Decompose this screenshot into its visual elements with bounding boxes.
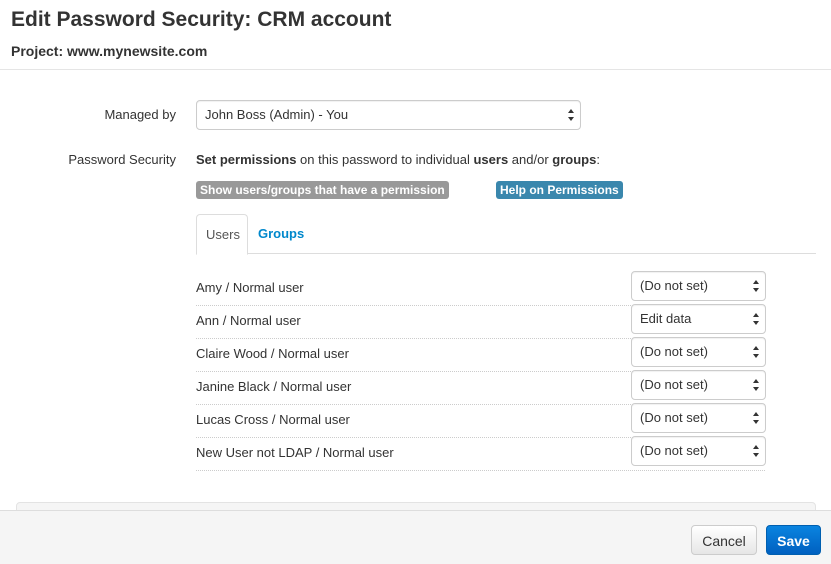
select-arrows-icon <box>752 312 760 326</box>
user-row: Amy / Normal user (Do not set) <box>196 271 766 306</box>
show-permission-holders-button[interactable]: Show users/groups that have a permission <box>196 181 449 199</box>
permission-tabs: Users Groups <box>196 214 816 255</box>
select-arrows-icon <box>752 444 760 458</box>
user-name: Janine Black / Normal user <box>196 379 352 394</box>
page-title: Edit Password Security: CRM account <box>11 8 392 31</box>
help-permissions-button[interactable]: Help on Permissions <box>496 181 623 199</box>
instructions-bold-set: Set permissions <box>196 152 297 167</box>
permission-value: (Do not set) <box>640 443 708 458</box>
password-security-label: Password Security <box>68 152 176 167</box>
managed-by-label: Managed by <box>104 107 176 122</box>
user-name: Amy / Normal user <box>196 280 304 295</box>
permission-select[interactable]: (Do not set) <box>631 271 766 301</box>
select-arrows-icon <box>752 411 760 425</box>
dialog-footer: Cancel Save <box>0 510 831 564</box>
user-row: Claire Wood / Normal user (Do not set) <box>196 337 766 372</box>
permission-value: Edit data <box>640 311 692 326</box>
user-name: Ann / Normal user <box>196 313 301 328</box>
user-name: Claire Wood / Normal user <box>196 346 349 361</box>
managed-by-value: John Boss (Admin) - You <box>205 107 349 122</box>
permission-select[interactable]: Edit data <box>631 304 766 334</box>
permission-select[interactable]: (Do not set) <box>631 436 766 466</box>
save-button[interactable]: Save <box>766 525 821 555</box>
project-subtitle: Project: www.mynewsite.com <box>11 43 208 59</box>
instructions-bold-groups: groups <box>552 152 597 167</box>
user-name: Lucas Cross / Normal user <box>196 412 350 427</box>
permission-select[interactable]: (Do not set) <box>631 370 766 400</box>
permission-value: (Do not set) <box>640 344 708 359</box>
user-row: Ann / Normal user Edit data <box>196 304 766 339</box>
managed-by-select[interactable]: John Boss (Admin) - You <box>196 100 581 130</box>
instructions-bold-users: users <box>473 152 509 167</box>
dialog-header: Edit Password Security: CRM account Proj… <box>0 0 831 70</box>
user-row: Janine Black / Normal user (Do not set) <box>196 370 766 405</box>
tab-groups[interactable]: Groups <box>249 214 313 255</box>
instructions-suffix: : <box>596 152 600 167</box>
select-arrows-icon <box>752 378 760 392</box>
permission-value: (Do not set) <box>640 278 708 293</box>
permission-value: (Do not set) <box>640 377 708 392</box>
permission-value: (Do not set) <box>640 410 708 425</box>
user-row: New User not LDAP / Normal user (Do not … <box>196 436 766 471</box>
permission-select[interactable]: (Do not set) <box>631 337 766 367</box>
select-arrows-icon <box>752 345 760 359</box>
permission-select[interactable]: (Do not set) <box>631 403 766 433</box>
user-row: Lucas Cross / Normal user (Do not set) <box>196 403 766 438</box>
user-name: New User not LDAP / Normal user <box>196 445 394 460</box>
instructions-text: on this password to individual <box>296 152 474 167</box>
tab-users[interactable]: Users <box>196 214 248 255</box>
select-arrows-icon <box>752 279 760 293</box>
instructions-text-andor: and/or <box>508 152 553 167</box>
select-arrows-icon <box>567 108 575 122</box>
permissions-instructions: Set permissions on this password to indi… <box>196 152 600 167</box>
cancel-button[interactable]: Cancel <box>691 525 757 555</box>
